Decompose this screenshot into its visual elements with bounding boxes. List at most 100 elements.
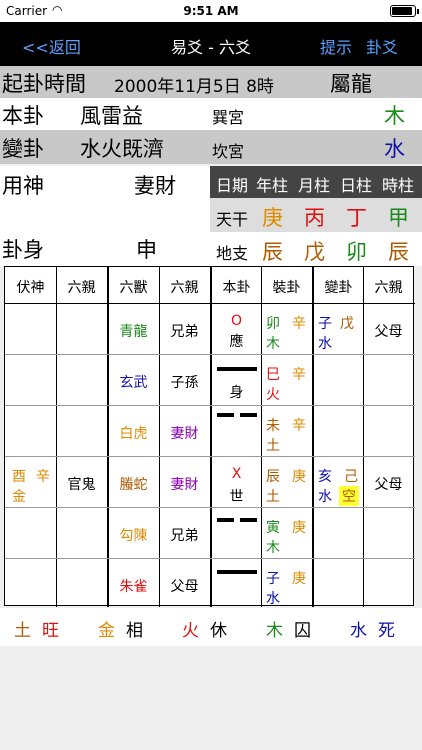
branch-day: 卯 [346,240,367,264]
pillar-header-year: 年柱 [256,176,289,195]
guashen-label: 卦身 [2,238,44,262]
table-row-1-bian-element: 水 [318,336,332,352]
yongshen-value: 妻財 [134,174,176,198]
table-row-2-zhuang-branch: 巳 [266,367,280,383]
table-row-4-void-badge: 空 [339,486,359,506]
table-row-4-beast: 螣蛇 [119,477,148,493]
table-row-1-zhuang-stem: 辛 [292,316,306,332]
yongshen-block: 用神 妻財 卦身 申 [0,166,210,266]
hexagram-table: 伏神 六親 六獸 六親 本卦 裝卦 變卦 六親 青龍 兄弟 O 應 卯 辛 木 … [4,266,415,607]
table-row-4-bian-branch: 亥 [318,469,332,485]
zodiac-label: 屬龍 [330,72,372,96]
table-row-6-zhuang-stem: 庚 [292,571,306,587]
table-row-4-bian-stem: 己 [344,469,358,485]
strength-fire-state: 休 [210,621,227,641]
table-row-3-yin-line-right [240,413,257,417]
table-row-4-bian-liuqin: 父母 [374,477,403,493]
pillars-branches: 地支 辰 戊 卯 辰 [210,232,422,266]
strength-fire-element: 火 [182,621,199,641]
strength-water-state: 死 [378,621,395,641]
yongshen-label: 用神 [2,174,44,198]
grid-line [5,405,415,406]
bengua-row: 本卦 風雷益 巽宮 木 [0,98,422,130]
table-row-5-yin-line-left [217,518,234,522]
table-row-3-beast: 白虎 [119,426,148,442]
branch-hour: 辰 [388,240,409,264]
nav-title: 易爻 - 六爻 [171,38,251,57]
pillars-stems: 天干 庚 丙 丁 甲 [210,198,422,232]
header-liuqin: 六親 [170,280,199,296]
table-row-3-zhuang-stem: 辛 [292,418,306,434]
gua-yao-button[interactable]: 卦爻 [366,34,398,58]
strength-wood-state: 囚 [294,621,311,641]
strength-earth-element: 土 [14,621,31,641]
table-row-2-zhuang-stem: 辛 [292,367,306,383]
pillar-header-month: 月柱 [298,176,331,195]
table-row-1-bian-branch: 子 [318,316,332,332]
table-row-4-zhuang-branch: 辰 [266,469,280,485]
table-row-4-fushen-stem: 辛 [36,469,50,485]
table-row-4-liuqin: 妻財 [170,477,199,493]
table-row-1-bian-stem: 戊 [340,316,354,332]
bengua-palace: 巽宮 [212,108,245,127]
grid-line [5,507,415,508]
table-row-4-mark: X [231,466,242,482]
strength-water-element: 水 [350,621,367,641]
table-row-1-sub: 應 [229,334,244,350]
header-biangua: 變卦 [324,280,353,296]
pillar-header-hour: 時柱 [382,176,415,195]
stem-year: 庚 [262,206,283,230]
stem-month: 丙 [304,206,325,230]
table-row-2-beast: 玄武 [119,375,148,391]
table-row-1-mark: O [230,313,243,329]
table-row-4-fushen-element: 金 [12,489,26,505]
table-row-1-zhuang-element: 木 [266,336,280,352]
bengua-element: 木 [384,104,405,128]
table-row-1-beast: 青龍 [119,324,148,340]
biangua-row: 變卦 水火既濟 坎宮 水 [0,130,422,164]
table-row-5-zhuang-stem: 庚 [292,520,306,536]
header-bian-liuqin: 六親 [374,280,403,296]
table-row-6-zhuang-element: 水 [266,591,280,607]
strength-metal-state: 相 [126,621,143,641]
bengua-label: 本卦 [2,104,44,128]
table-row-2-zhuang-element: 火 [266,387,280,403]
battery-tip-icon [417,9,419,14]
table-row-1-bian-liuqin: 父母 [374,324,403,340]
grid-line [5,456,415,457]
table-row-4-fu-liuqin: 官鬼 [67,477,96,493]
time-label: 起卦時間 [2,72,86,96]
grid-line [5,303,415,304]
element-strength-bar: 土 旺 金 相 火 休 木 囚 水 死 [0,608,422,646]
table-row-5-liuqin: 兄弟 [170,528,199,544]
pillars-header: 日期 年柱 月柱 日柱 時柱 [210,166,422,198]
table-row-4-zhuang-element: 土 [266,489,280,505]
table-row-3-liuqin: 妻財 [170,426,199,442]
table-row-1-zhuang-branch: 卯 [266,316,280,332]
guashen-value: 申 [136,238,157,262]
clock: 9:51 AM [183,4,239,18]
table-row-5-zhuang-branch: 寅 [266,520,280,536]
strength-wood-element: 木 [266,621,283,641]
table-row-2-yang-line [217,367,257,371]
battery-icon [390,5,416,17]
time-row: 起卦時間 2000年11月5日 8時 屬龍 [0,66,422,98]
branch-year: 辰 [262,240,283,264]
biangua-element: 水 [384,137,405,161]
grid-line [5,558,415,559]
table-row-5-yin-line-right [240,518,257,522]
table-row-1-liuqin: 兄弟 [170,324,199,340]
stem-day: 丁 [346,206,367,230]
table-row-5-zhuang-element: 木 [266,540,280,556]
table-row-4-zhuang-stem: 庚 [292,469,306,485]
table-row-3-zhuang-element: 土 [266,438,280,454]
table-row-4-fushen-branch: 酉 [12,469,26,485]
strength-earth-state: 旺 [42,621,59,641]
hint-button[interactable]: 提示 [320,34,352,58]
strength-metal-element: 金 [98,621,115,641]
table-row-3-zhuang-branch: 未 [266,418,280,434]
grid-line [312,267,314,607]
branch-label: 地支 [216,244,249,263]
stem-label: 天干 [216,210,249,229]
grid-line [363,267,364,607]
